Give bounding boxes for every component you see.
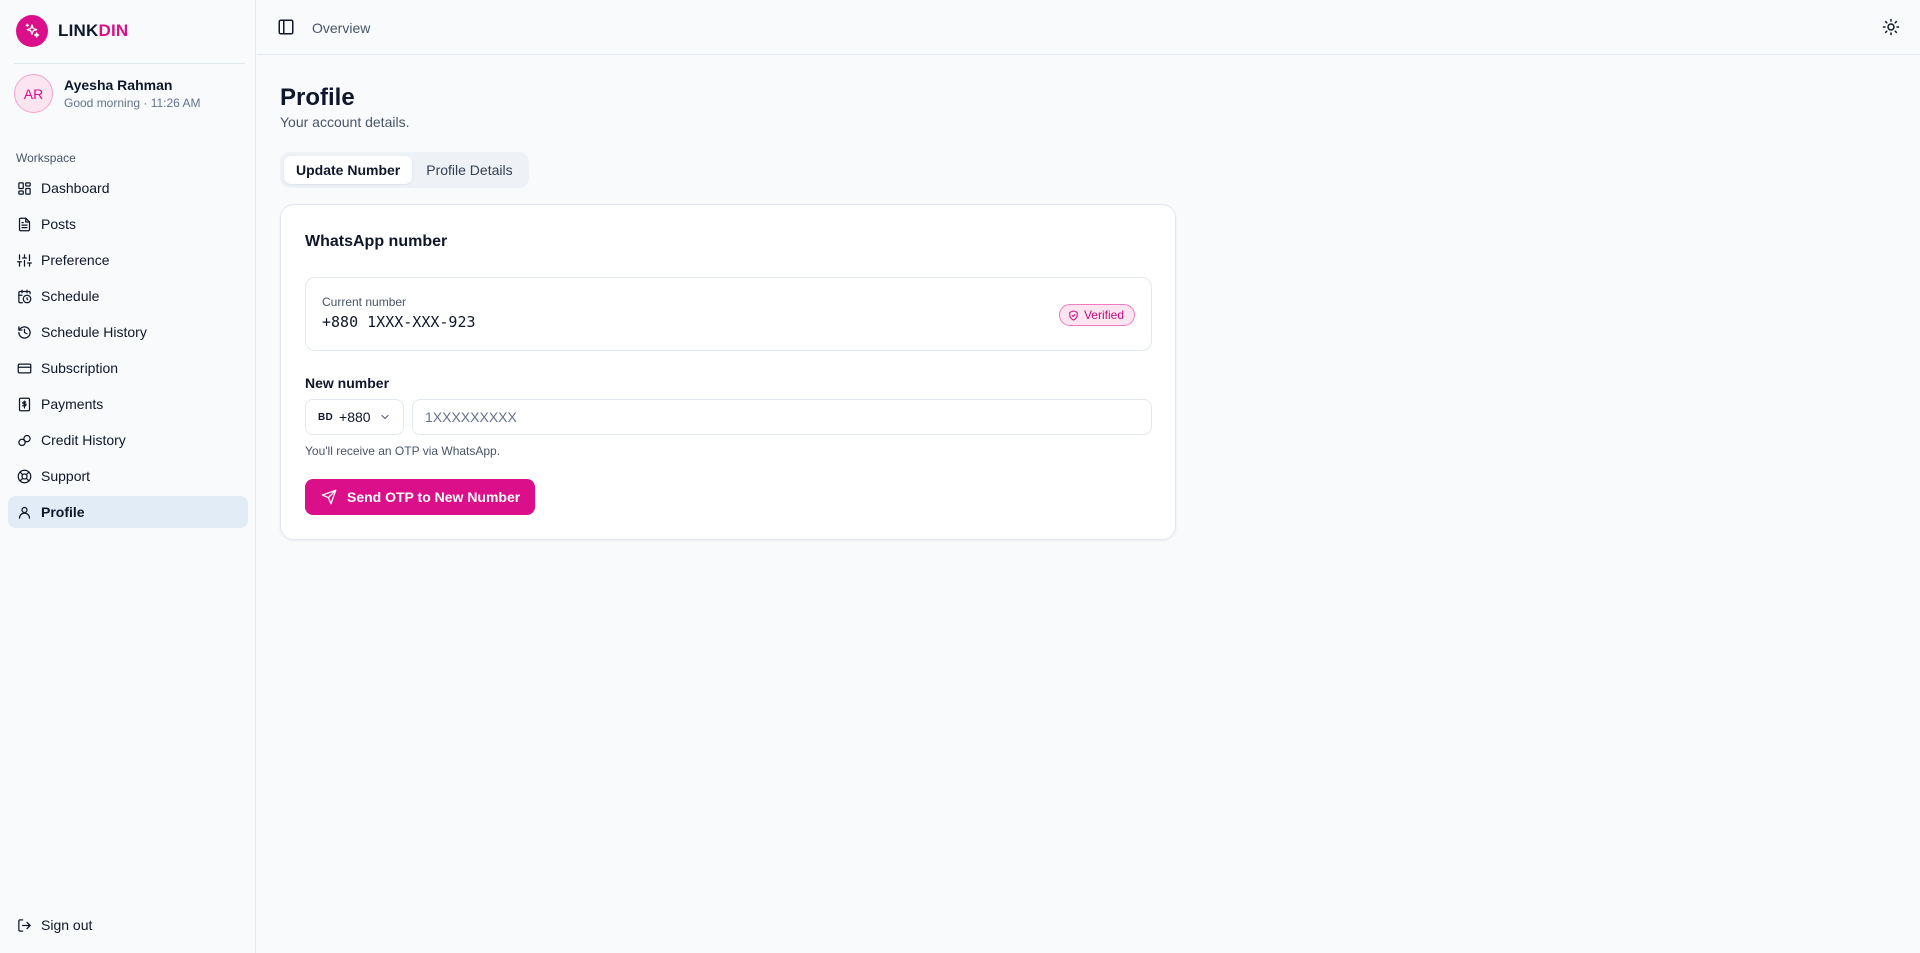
sidebar-item-support[interactable]: Support [8,460,248,492]
current-number-box: Current number +880 1XXX-XXX-923 Verifie… [305,277,1152,351]
history-icon [18,325,31,339]
tab-update-number[interactable]: Update Number [284,156,413,184]
page-subtitle: Your account details. [280,114,410,130]
current-number-label: Current number [322,295,407,309]
sidebar-item-subscription[interactable]: Subscription [8,352,248,384]
send-icon [321,489,337,505]
sliders-icon [17,253,32,267]
sidebar-item-label: Dashboard [41,180,110,196]
lifebuoy-icon [17,469,32,483]
log-out-icon [18,918,31,932]
sidebar-item-payments[interactable]: Payments [8,388,248,420]
sidebar-item-label: Credit History [41,432,126,448]
user-icon [18,506,31,519]
send-otp-label: Send OTP to New Number [347,489,521,505]
avatar: AR [14,74,53,113]
verified-label: Verified [1083,308,1124,322]
link-icon [18,434,31,446]
sidebar-toggle-icon[interactable] [277,18,295,36]
sidebar-divider [14,63,245,64]
sidebar-item-label: Support [41,468,91,484]
card-title: WhatsApp number [305,233,448,250]
sidebar-item-label: Payments [41,396,104,412]
sidebar-item-label: Profile [41,504,85,520]
sidebar-item-label: Schedule History [41,324,147,340]
sidebar-item-label: Schedule [41,288,100,304]
sidebar-item-preference[interactable]: Preference [8,244,248,276]
user-greeting: Good morning · 11:26 AM [64,96,201,110]
country-code: +880 [339,409,371,425]
section-label-workspace: Workspace [16,151,76,165]
user-profile[interactable]: AR Ayesha Rahman Good morning · 11:26 AM [14,74,201,113]
brand-name: LINKDIN [58,21,129,40]
sun-icon[interactable] [1882,18,1900,36]
top-bar: Overview [257,0,1920,55]
send-otp-button[interactable]: Send OTP to New Number [305,479,536,515]
country-code-select[interactable]: BD +880 [305,399,404,435]
sign-out-label: Sign out [41,917,93,933]
sidebar-item-credit-history[interactable]: Credit History [8,424,248,456]
sidebar-item-schedule[interactable]: Schedule [8,280,248,312]
new-number-input[interactable] [412,399,1152,435]
chevron-down-icon [381,415,389,419]
sidebar-item-label: Posts [41,216,77,232]
calendar-clock-icon [18,289,32,303]
tab-profile-details[interactable]: Profile Details [414,156,524,184]
profile-tabs: Update Number Profile Details [280,152,529,188]
user-name: Ayesha Rahman [64,77,173,93]
sidebar-nav: Dashboard Posts Preference Schedule Sche… [8,172,248,532]
sidebar-item-posts[interactable]: Posts [8,208,248,240]
sidebar-item-dashboard[interactable]: Dashboard [8,172,248,204]
brand[interactable]: LINKDIN [16,15,128,47]
current-number-value: +880 1XXX-XXX-923 [322,313,476,331]
page-title: Profile [280,84,355,111]
sparkles-logo-icon [16,15,48,47]
sidebar: LINKDIN AR Ayesha Rahman Good morning · … [0,0,256,953]
dashboard-icon [18,181,31,195]
shield-check-icon [1069,309,1078,321]
sidebar-item-label: Preference [41,252,110,268]
sidebar-item-profile[interactable]: Profile [8,496,248,528]
otp-hint: You'll receive an OTP via WhatsApp. [305,444,501,458]
country-flag: BD [318,411,334,423]
credit-card-icon [17,363,32,373]
sidebar-item-schedule-history[interactable]: Schedule History [8,316,248,348]
status-badge: Verified [1058,304,1135,326]
sidebar-item-label: Subscription [41,360,119,376]
document-icon [18,217,31,231]
receipt-icon [18,397,31,411]
sign-out-button[interactable]: Sign out [17,917,92,933]
whatsapp-number-card: WhatsApp number Current number +880 1XXX… [280,204,1176,540]
new-number-label: New number [305,375,390,391]
breadcrumb: Overview [312,20,371,36]
